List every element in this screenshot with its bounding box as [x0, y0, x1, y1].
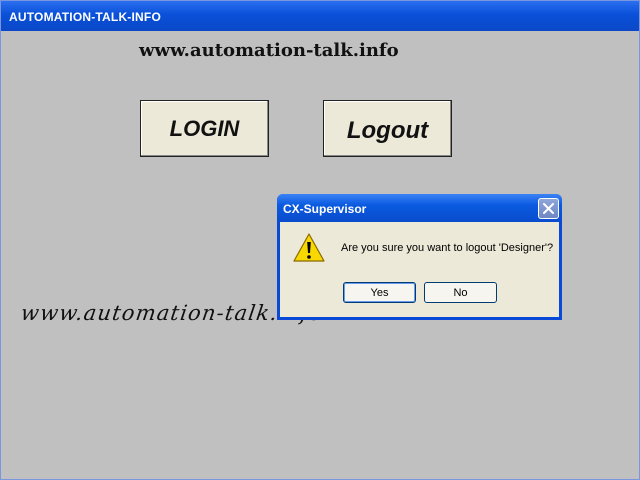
window-title: AUTOMATION-TALK-INFO [9, 10, 161, 24]
dialog-title: CX-Supervisor [283, 202, 367, 216]
logout-button[interactable]: Logout [323, 100, 452, 157]
login-button[interactable]: LOGIN [140, 100, 269, 157]
dialog-close-button[interactable] [538, 198, 559, 219]
site-url-text: www.automation-talk.info [139, 40, 399, 61]
logout-button-label: Logout [346, 116, 429, 144]
yes-button-label: Yes [370, 286, 389, 299]
dialog-titlebar[interactable]: CX-Supervisor [277, 194, 562, 222]
close-icon [543, 203, 554, 214]
login-button-label: LOGIN [169, 115, 240, 141]
window-titlebar[interactable]: AUTOMATION-TALK-INFO [1, 1, 639, 31]
confirm-dialog: CX-Supervisor Are you sure you want to l… [277, 194, 562, 320]
dialog-message: Are you sure you want to logout 'Designe… [341, 242, 554, 254]
warning-icon [293, 233, 325, 262]
yes-button[interactable]: Yes [343, 282, 416, 303]
dialog-body: Are you sure you want to logout 'Designe… [280, 222, 559, 317]
app-window: AUTOMATION-TALK-INFO www.automation-talk… [0, 0, 640, 480]
no-button-label: No [453, 286, 468, 299]
no-button[interactable]: No [424, 282, 497, 303]
